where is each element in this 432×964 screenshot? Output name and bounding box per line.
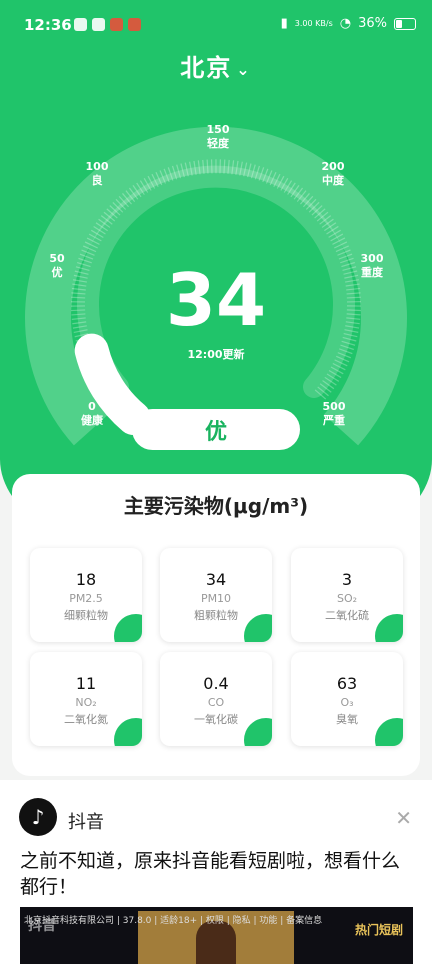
- ad-text: 之前不知道，原来抖音能看短剧啦，想看什么都行！: [20, 850, 401, 898]
- gauge-label-value: 500: [322, 400, 346, 413]
- ad-media[interactable]: 抖音 北京抖音科技有限公司 | 37.8.0 | 适龄18+ | 权限 | 隐私…: [20, 907, 413, 964]
- close-icon[interactable]: ✕: [395, 806, 412, 830]
- pollutant-value: 63: [336, 674, 358, 693]
- gauge-label-text: 良: [91, 174, 103, 187]
- app-notification-icon: [128, 18, 141, 31]
- pollutant-code: PM2.5: [69, 592, 103, 605]
- app-notification-icon: [92, 18, 105, 31]
- pollutant-tile-co[interactable]: 0.4 CO 一氧化碳: [160, 652, 272, 746]
- notification-icons: [74, 18, 141, 31]
- city-selector[interactable]: 北京 ⌄: [0, 48, 432, 83]
- pollutant-value: 3: [341, 570, 353, 589]
- pollutant-code: CO: [207, 696, 225, 709]
- pollutant-tile-o3[interactable]: 63 O₃ 臭氧: [291, 652, 403, 746]
- pollutant-code: O₃: [340, 696, 354, 709]
- network-speed: 3.00 KB/s: [294, 18, 333, 28]
- gauge-label-value: 200: [321, 160, 345, 173]
- status-time: 12:36: [24, 16, 72, 34]
- gauge-label-value: 150: [206, 123, 230, 136]
- ad-banner[interactable]: ♪ 抖音 ✕ 之前不知道，原来抖音能看短剧啦，想看什么都行！ 抖音 北京抖音科技…: [0, 780, 432, 964]
- app-notification-icon: [110, 18, 123, 31]
- ad-media-tag: 热门短剧: [354, 923, 403, 937]
- pollutant-tile-pm25[interactable]: 18 PM2.5 细颗粒物: [30, 548, 142, 642]
- pollutants-title: 主要污染物(μg/m³): [123, 494, 309, 518]
- pollutant-tile-so2[interactable]: 3 SO₂ 二氧化硫: [291, 548, 403, 642]
- gauge-label-text: 严重: [323, 414, 345, 427]
- aqi-value: 34: [165, 258, 267, 342]
- pollutant-code: NO₂: [75, 696, 97, 709]
- pollutants-card: 主要污染物(μg/m³) 18 PM2.5 细颗粒物 34 PM10 粗颗粒物 …: [12, 474, 420, 776]
- gauge-label-150: 150 轻度: [193, 123, 243, 151]
- pollutant-value: 34: [205, 570, 227, 589]
- pollutant-value: 11: [75, 674, 97, 693]
- tiktok-logo-icon: ♪: [19, 798, 57, 836]
- gauge-label-text: 中度: [322, 174, 344, 187]
- pollutant-value: 0.4: [203, 674, 229, 693]
- pollutant-code: PM10: [200, 592, 232, 605]
- gauge-label-200: 200 中度: [308, 160, 358, 188]
- pollutant-tile-pm10[interactable]: 34 PM10 粗颗粒物: [160, 548, 272, 642]
- city-name: 北京: [180, 54, 233, 82]
- aqi-level-badge: 优: [132, 409, 300, 450]
- gauge-label-text: 轻度: [207, 137, 229, 150]
- status-bar: 12:36 ▮ 3.00 KB/s ◔ 36%: [0, 0, 432, 48]
- app-notification-icon: [74, 18, 87, 31]
- battery-percent: 36%: [358, 16, 387, 31]
- wifi-icon: ◔: [339, 16, 352, 31]
- ad-app-name: 抖音: [68, 812, 104, 833]
- gauge-label-500: 500 严重: [309, 400, 359, 428]
- gauge-label-0: 0 健康: [67, 400, 117, 428]
- ad-character: [196, 921, 236, 964]
- battery-icon: [394, 17, 416, 30]
- gauge-label-value: 0: [88, 400, 96, 413]
- ad-license-text: 北京抖音科技有限公司 | 37.8.0 | 适龄18+ | 权限 | 隐私 | …: [24, 916, 323, 926]
- gauge-label-value: 100: [85, 160, 109, 173]
- status-right: ▮ 3.00 KB/s ◔ 36%: [281, 16, 416, 31]
- gauge-label-text: 健康: [81, 414, 103, 427]
- pollutant-code: SO₂: [336, 592, 358, 605]
- pollutant-value: 18: [75, 570, 97, 589]
- gauge-label-100: 100 良: [72, 160, 122, 188]
- pollutant-tile-no2[interactable]: 11 NO₂ 二氧化氮: [30, 652, 142, 746]
- update-time: 12:00更新: [187, 348, 245, 361]
- chevron-down-icon: ⌄: [236, 59, 252, 79]
- vibrate-icon: ▮: [280, 16, 288, 31]
